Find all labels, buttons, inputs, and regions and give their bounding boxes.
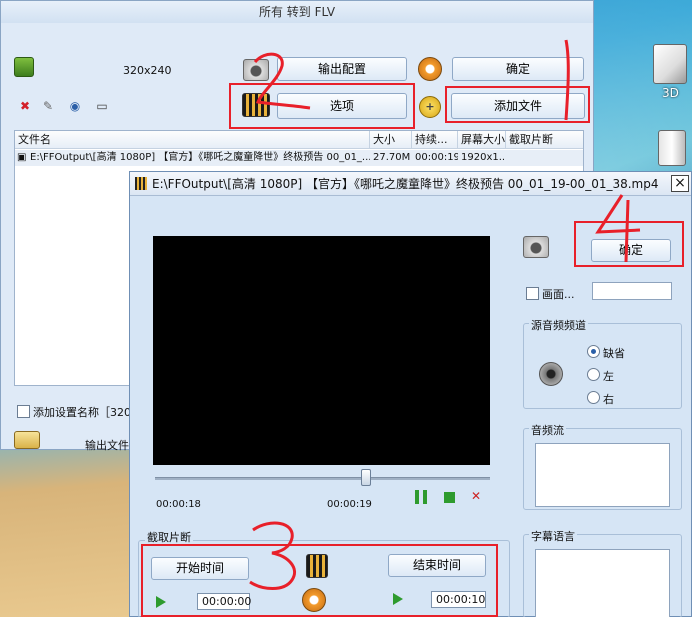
file-list-header: 文件名 大小 持续... 屏幕大小 截取片断 [15,131,583,149]
clock-icon [418,57,442,81]
video-preview[interactable] [153,236,490,465]
clip-group-label: 截取片断 [145,529,193,545]
desktop-book-icon[interactable] [658,130,686,166]
crop-input[interactable] [592,282,672,300]
camera-icon [243,59,269,81]
desktop-folder-label[interactable]: 3D [662,86,679,100]
table-row[interactable]: ▣ E:\FFOutput\[高清 1080P] 【官方】《哪吒之魔童降世》终极… [15,150,583,166]
crop-checkbox[interactable] [526,287,539,300]
row-filename: E:\FFOutput\[高清 1080P] 【官方】《哪吒之魔童降世》终极预告… [30,152,370,163]
output-folder-icon[interactable] [14,431,40,449]
dialog-title: E:\FFOutput\[高清 1080P] 【官方】《哪吒之魔童降世》终极预告… [152,177,659,191]
radio-left[interactable] [587,368,600,381]
column-screen-size[interactable]: 屏幕大小 [458,131,506,149]
ok-button-main[interactable]: 确定 [452,57,584,81]
desktop-folder-icon[interactable] [653,44,687,84]
dialog-titlebar: E:\FFOutput\[高清 1080P] 【官方】《哪吒之魔童降世》终极预告… [130,172,691,196]
column-size[interactable]: 大小 [370,131,412,149]
radio-default[interactable] [587,345,600,358]
profile-icon [14,57,34,77]
subtitle-lang-label: 字幕语言 [529,528,577,544]
mute-icon[interactable]: ✕ [471,489,481,503]
annotation-box-2 [229,83,415,129]
pause-icon[interactable] [415,490,427,504]
radio-left-label: 左 [603,370,614,383]
stop-icon[interactable] [444,492,455,503]
seek-bar-thumb[interactable] [361,469,372,486]
snapshot-camera-icon[interactable] [523,236,549,258]
row-clip [506,150,583,166]
current-time: 00:00:18 [156,499,201,510]
speaker-icon [539,362,563,386]
annotation-box-4 [574,221,684,267]
column-clip[interactable]: 截取片断 [506,131,583,149]
audio-stream-list[interactable] [535,443,670,507]
row-screen: 1920x1... [461,152,506,163]
radio-right[interactable] [587,391,600,404]
play-media-icon[interactable]: ◉ [68,99,82,113]
add-setting-checkbox[interactable] [17,405,30,418]
output-config-button[interactable]: 输出配置 [277,57,407,81]
crop-label: 画面... [542,288,575,301]
add-setting-label: 添加设置名称［320x [33,406,138,419]
add-icon: + [419,96,441,118]
annotation-box-3 [141,544,498,617]
resolution-text: 320x240 [123,64,172,77]
output-file-label: 输出文件 [85,439,129,452]
clear-icon[interactable]: ✎ [41,99,55,113]
close-button[interactable]: × [671,175,689,192]
subtitle-list[interactable] [535,549,670,617]
column-duration[interactable]: 持续... [412,131,458,149]
annotation-box-1 [445,86,590,123]
info-icon[interactable]: ▭ [95,99,109,113]
row-file-icon: ▣ [17,152,27,163]
row-duration: 00:00:19 [415,152,458,163]
main-window-title: 所有 转到 FLV [1,1,593,23]
total-time: 00:00:19 [327,499,372,510]
delete-icon[interactable]: ✖ [18,99,32,113]
audio-stream-label: 音频流 [529,422,566,438]
column-filename[interactable]: 文件名 [15,131,370,149]
dialog-film-icon [135,177,147,190]
radio-right-label: 右 [603,393,614,406]
source-channel-label: 源音频频道 [529,317,588,333]
row-size: 27.70M [373,152,411,163]
radio-default-label: 缺省 [603,347,625,360]
seek-bar-track[interactable] [155,477,490,480]
